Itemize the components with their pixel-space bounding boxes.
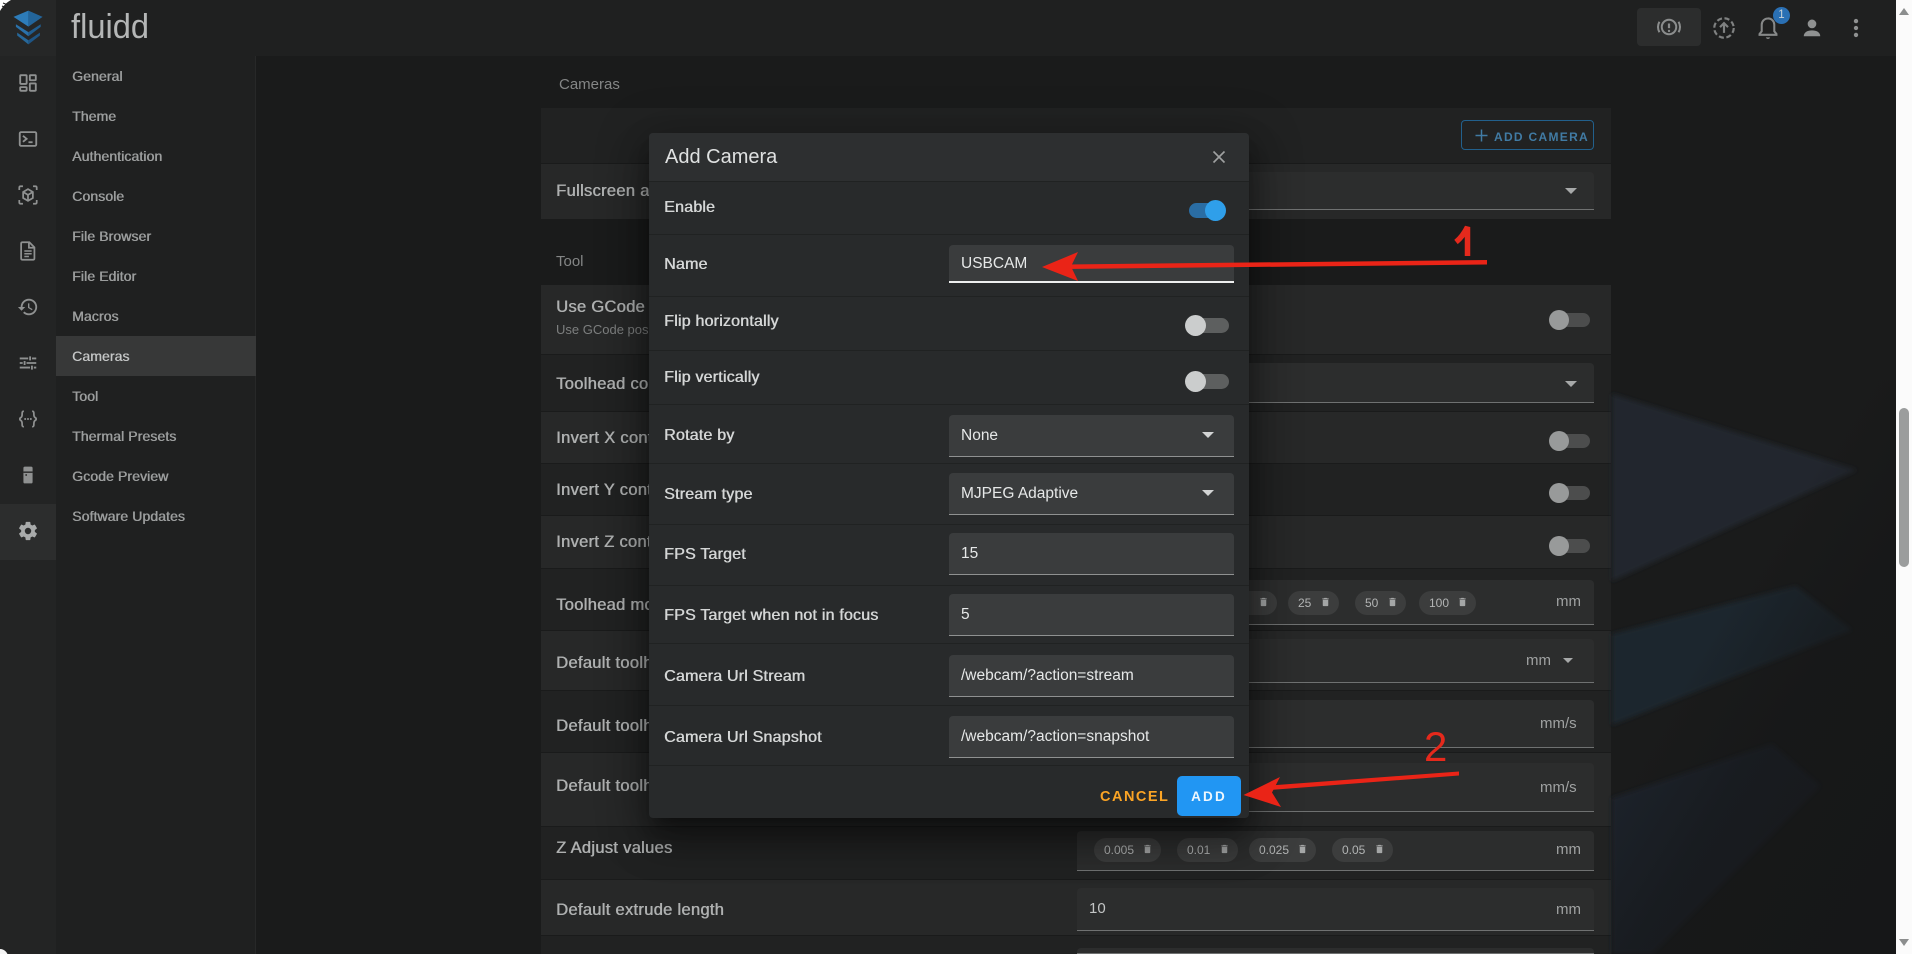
svg-text:2: 2 — [1424, 723, 1447, 770]
